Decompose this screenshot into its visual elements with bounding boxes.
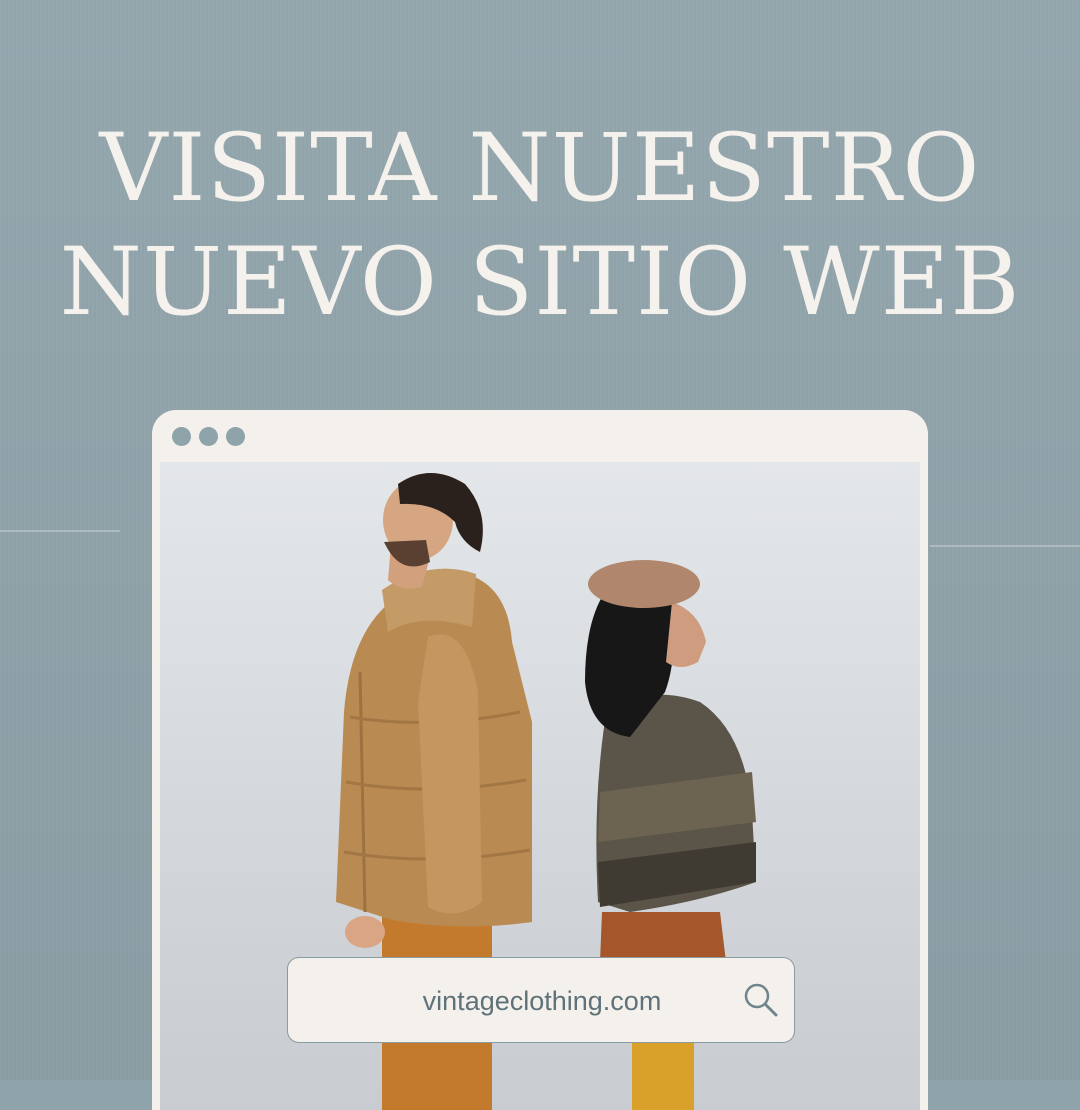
background-scratch xyxy=(930,545,1080,547)
headline-line-1: VISITA NUESTRO xyxy=(99,114,981,223)
window-dot-icon[interactable] xyxy=(226,427,245,446)
url-bar[interactable]: vintageclothing.com xyxy=(287,957,795,1043)
background-scratch xyxy=(0,530,120,532)
window-controls xyxy=(172,427,245,446)
search-icon[interactable] xyxy=(742,981,780,1019)
url-text: vintageclothing.com xyxy=(422,986,662,1016)
headline-line-2: NUEVO SITIO WEB xyxy=(59,228,1021,337)
headline: VISITA NUESTRO NUEVO SITIO WEB xyxy=(0,112,1080,340)
window-dot-icon[interactable] xyxy=(199,427,218,446)
window-dot-icon[interactable] xyxy=(172,427,191,446)
